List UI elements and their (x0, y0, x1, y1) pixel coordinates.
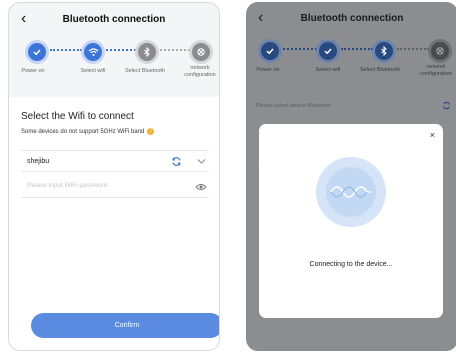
step-power-on-icon (28, 43, 46, 61)
step-indicator: Power on Select wifi Select Bluetooth ne… (9, 41, 219, 95)
step-bluetooth-icon (375, 42, 393, 60)
chevron-down-icon[interactable] (197, 158, 206, 165)
step-label-power-on: Power on (256, 67, 280, 73)
step-network-icon (431, 42, 449, 60)
sound-wave-icon (330, 186, 371, 198)
step-label-select-wifi: Select wifi (80, 68, 106, 74)
step-label-select-bluetooth: Select Bluetooth (359, 67, 401, 73)
close-icon[interactable]: × (430, 130, 435, 140)
step-connector (106, 49, 136, 51)
header: ‹ Bluetooth connection (246, 2, 456, 36)
connecting-message: Connecting to the device... (309, 261, 393, 268)
select-bluetooth-prompt: Please select device Bluetooth (256, 103, 331, 109)
band-note: Some devices do not support 5GHz WiFi ba… (21, 128, 155, 136)
wifi-form-card: Select the Wifi to connect Some devices … (9, 97, 219, 350)
step-indicator: Power on Select wifi Select Bluetooth ne… (246, 40, 456, 94)
step-connector (341, 48, 373, 50)
header: ‹ Bluetooth connection (9, 3, 219, 37)
step-wifi-icon (319, 42, 337, 60)
wifi-select-screen: ‹ Bluetooth connection Power on Select w… (8, 2, 220, 351)
confirm-button[interactable]: Confirm (31, 313, 219, 338)
wifi-ssid-value: shejibu (27, 158, 50, 165)
step-label-power-on: Power on (21, 68, 45, 74)
step-label-network-configuration: network configuration (420, 64, 452, 77)
band-note-text: Some devices do not support 5GHz WiFi ba… (21, 129, 145, 136)
page-title: Bluetooth connection (62, 14, 166, 25)
step-wifi-icon (84, 43, 102, 61)
step-label-select-wifi: Select wifi (315, 67, 341, 73)
step-connector (50, 49, 82, 51)
warning-icon: ! (147, 128, 155, 135)
bluetooth-connecting-screen: ‹ Bluetooth connection Power on Select w… (246, 2, 456, 351)
step-connector (160, 49, 190, 51)
step-connector (283, 48, 317, 50)
refresh-icon[interactable] (442, 101, 451, 110)
wifi-ssid-field[interactable]: shejibu (21, 150, 209, 172)
eye-icon[interactable] (195, 183, 207, 191)
page-title: Bluetooth connection (300, 13, 404, 24)
step-power-on-icon (261, 42, 279, 60)
section-heading: Select the Wifi to connect (21, 111, 134, 122)
refresh-icon[interactable] (171, 156, 182, 167)
wifi-password-field[interactable] (21, 176, 209, 198)
wifi-password-input[interactable] (27, 182, 167, 189)
step-connector (397, 48, 429, 50)
step-bluetooth-icon (138, 43, 156, 61)
connecting-dialog: × Connecting to the device... (259, 124, 443, 318)
step-label-network-configuration: network configuration (184, 65, 216, 78)
step-label-select-bluetooth: Select Bluetooth (124, 68, 166, 74)
step-network-icon (192, 43, 210, 61)
connecting-animation-icon (316, 157, 386, 227)
